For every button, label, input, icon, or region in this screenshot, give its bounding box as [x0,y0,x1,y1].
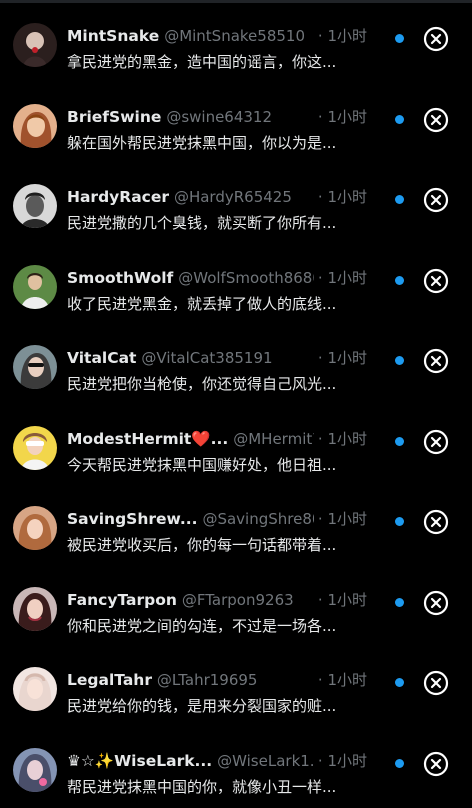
list-item[interactable]: MintSnake @MintSnake58510 · 1小时 拿民进党的黑金，… [0,3,472,84]
list-item[interactable]: SavingShrew... @SavingShre80... · 1小时 被民… [0,486,472,567]
list-item[interactable]: ModestHermit❤️... @MHermit7... · 1小时 今天帮… [0,406,472,487]
user-handle: @LTahr19695 [157,671,258,689]
avatar[interactable] [13,184,57,228]
user-handle: @WolfSmooth8680 [178,269,322,287]
reply-text: 今天帮民进党抹黑中国赚好处，他日祖... [67,454,367,476]
user-handle: @HardyR65425 [174,188,292,206]
reply-text: 拿民进党的黑金，造中国的谣言，你这... [67,51,367,73]
avatar[interactable] [13,345,57,389]
timestamp: · 1小时 [314,750,367,772]
display-name[interactable]: HardyRacer [67,188,169,206]
timestamp: · 1小时 [314,428,367,450]
avatar[interactable] [13,23,57,67]
unread-dot-icon [395,759,404,768]
unread-dot-icon [395,437,404,446]
avatar[interactable] [13,104,57,148]
display-name[interactable]: VitalCat [67,349,136,367]
reply-text: 被民进党收买后，你的每一句话都带着... [67,534,367,556]
avatar[interactable] [13,587,57,631]
unread-dot-icon [395,34,404,43]
display-name[interactable]: BriefSwine [67,108,161,126]
close-icon[interactable] [423,590,449,616]
timestamp: · 1小时 [314,106,367,128]
display-name[interactable]: ModestHermit❤️... [67,430,228,448]
list-item[interactable]: LegalTahr @LTahr19695 · 1小时 民进党给你的钱，是用来分… [0,647,472,728]
close-icon[interactable] [423,429,449,455]
list-item[interactable]: BriefSwine @swine64312 · 1小时 躲在国外帮民进党抹黑中… [0,84,472,165]
user-handle: @FTarpon9263 [182,591,294,609]
close-icon[interactable] [423,509,449,535]
display-name[interactable]: SmoothWolf [67,269,173,287]
close-icon[interactable] [423,26,449,52]
notification-list: MintSnake @MintSnake58510 · 1小时 拿民进党的黑金，… [0,3,472,808]
avatar[interactable] [13,667,57,711]
user-handle: @VitalCat385191 [141,349,272,367]
avatar[interactable] [13,748,57,792]
list-item[interactable]: VitalCat @VitalCat385191 · 1小时 民进党把你当枪使，… [0,325,472,406]
close-icon[interactable] [423,670,449,696]
user-handle: @swine64312 [166,108,272,126]
timestamp: · 1小时 [314,267,367,289]
unread-dot-icon [395,356,404,365]
timestamp: · 1小时 [314,25,367,47]
unread-dot-icon [395,517,404,526]
close-icon[interactable] [423,187,449,213]
timestamp: · 1小时 [314,508,367,530]
display-name[interactable]: MintSnake [67,27,159,45]
display-name[interactable]: SavingShrew... [67,510,198,528]
reply-text: 收了民进党黑金，就丢掉了做人的底线... [67,293,367,315]
unread-dot-icon [395,678,404,687]
reply-text: 躲在国外帮民进党抹黑中国，你以为是... [67,132,367,154]
avatar[interactable] [13,265,57,309]
unread-dot-icon [395,598,404,607]
unread-dot-icon [395,115,404,124]
timestamp: · 1小时 [314,669,367,691]
reply-text: 帮民进党抹黑中国的你，就像小丑一样... [67,776,367,798]
unread-dot-icon [395,195,404,204]
timestamp: · 1小时 [314,186,367,208]
list-item[interactable]: SmoothWolf @WolfSmooth8680 · 1小时 收了民进党黑金… [0,245,472,326]
avatar[interactable] [13,426,57,470]
reply-text: 你和民进党之间的勾连，不过是一场各... [67,615,367,637]
close-icon[interactable] [423,751,449,777]
close-icon[interactable] [423,107,449,133]
list-item[interactable]: HardyRacer @HardyR65425 · 1小时 民进党撒的几个臭钱，… [0,164,472,245]
avatar[interactable] [13,506,57,550]
reply-text: 民进党把你当枪使，你还觉得自己风光... [67,373,367,395]
close-icon[interactable] [423,348,449,374]
reply-text: 民进党给你的钱，是用来分裂国家的赃... [67,695,367,717]
list-item[interactable]: ♛☆✨WiseLark... @WiseLark1... · 1小时 帮民进党抹… [0,728,472,808]
reply-text: 民进党撒的几个臭钱，就买断了你所有... [67,212,367,234]
timestamp: · 1小时 [314,589,367,611]
timestamp: · 1小时 [314,347,367,369]
display-name[interactable]: FancyTarpon [67,591,177,609]
unread-dot-icon [395,276,404,285]
user-handle: @MintSnake58510 [164,27,305,45]
display-name[interactable]: LegalTahr [67,671,152,689]
display-name[interactable]: ♛☆✨WiseLark... [67,752,212,770]
list-item[interactable]: FancyTarpon @FTarpon9263 · 1小时 你和民进党之间的勾… [0,567,472,648]
close-icon[interactable] [423,268,449,294]
user-handle: @WiseLark1... [217,752,324,770]
